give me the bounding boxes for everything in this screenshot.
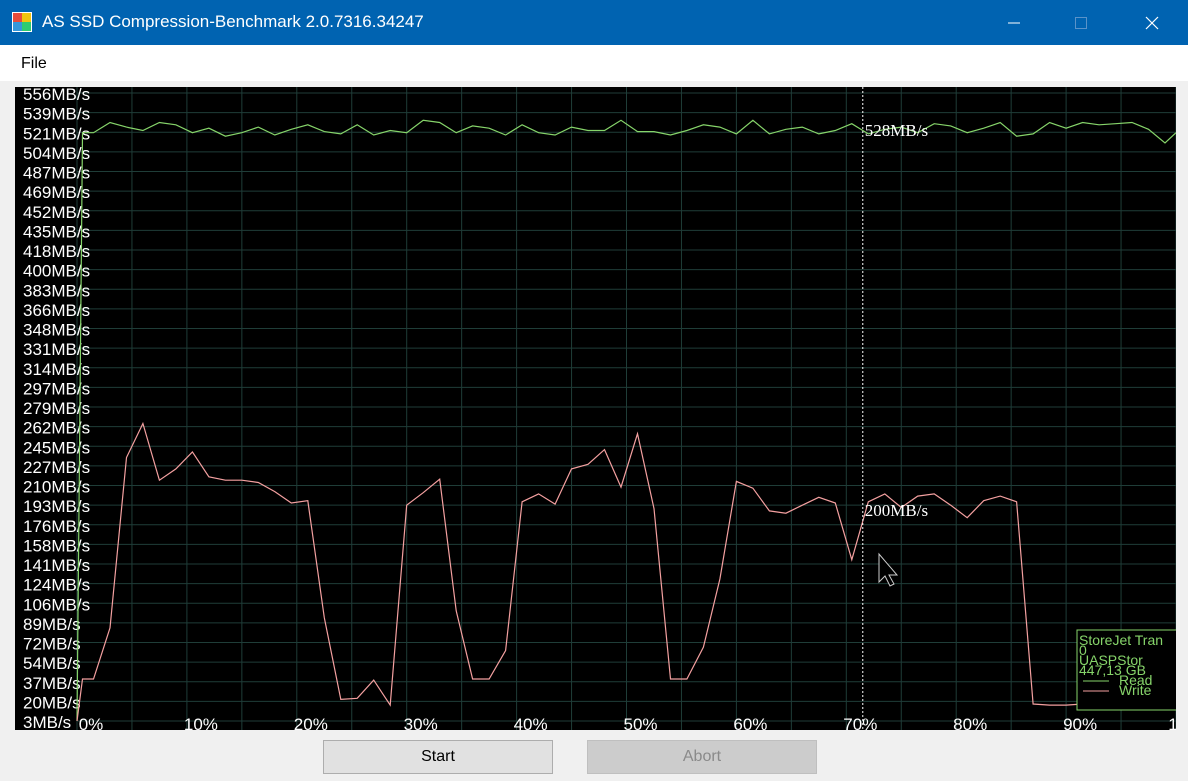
- y-tick-label: 3MB/s: [23, 713, 71, 730]
- y-tick-label: 469MB/s: [23, 183, 90, 202]
- y-tick-label: 37MB/s: [23, 674, 81, 693]
- x-tick-label: 90%: [1063, 715, 1097, 730]
- legend: StoreJet Tran0UASPStor447,13 GBReadWrite: [1076, 629, 1176, 711]
- menu-file[interactable]: File: [12, 54, 56, 74]
- cursor-read-label: 528MB/s: [865, 121, 928, 140]
- y-tick-label: 124MB/s: [23, 576, 90, 595]
- y-tick-label: 521MB/s: [23, 124, 90, 143]
- y-tick-label: 89MB/s: [23, 615, 81, 634]
- x-tick-label: 70%: [843, 715, 877, 730]
- y-tick-label: 106MB/s: [23, 595, 90, 614]
- y-tick-label: 539MB/s: [23, 105, 90, 124]
- benchmark-chart: 556MB/s 539MB/s 521MB/s 504MB/s 487MB/s 469MB…: [15, 87, 1176, 730]
- legend-entry: Write: [1119, 682, 1152, 698]
- x-tick-label: 40%: [514, 715, 548, 730]
- y-tick-label: 366MB/s: [23, 301, 90, 320]
- y-tick-label: 20MB/s: [23, 693, 81, 712]
- menu-bar: File: [0, 45, 1188, 81]
- grid: [76, 87, 1176, 730]
- legend-line: StoreJet Tran: [1079, 632, 1163, 648]
- start-button[interactable]: Start: [323, 740, 553, 774]
- y-tick-label: 556MB/s: [23, 87, 90, 104]
- x-tick-label: 50%: [623, 715, 657, 730]
- x-tick-label: 0%: [79, 715, 104, 730]
- x-tick-label: 60%: [733, 715, 767, 730]
- app-icon: [12, 12, 32, 32]
- chart-svg: 556MB/s539MB/s521MB/s504MB/s487MB/s469MB…: [23, 87, 1176, 730]
- abort-button[interactable]: Abort: [587, 740, 817, 774]
- y-tick-label: 435MB/s: [23, 222, 90, 241]
- mouse-pointer-icon: [878, 552, 899, 587]
- y-tick-label: 210MB/s: [23, 478, 90, 497]
- x-tick-label: 20%: [294, 715, 328, 730]
- close-icon: [1145, 16, 1159, 29]
- y-tick-label: 504MB/s: [23, 144, 90, 163]
- y-tick-label: 452MB/s: [23, 203, 90, 222]
- x-tick-label: 10%: [184, 715, 218, 730]
- y-tick-label: 158MB/s: [23, 536, 90, 555]
- x-tick-label: 100%: [1168, 715, 1176, 730]
- minimize-icon: [1008, 22, 1020, 23]
- y-tick-label: 383MB/s: [23, 281, 90, 300]
- window-title: AS SSD Compression-Benchmark 2.0.7316.34…: [42, 12, 424, 31]
- x-tick-label: 80%: [953, 715, 987, 730]
- close-button[interactable]: [1122, 0, 1182, 45]
- y-tick-label: 400MB/s: [23, 262, 90, 281]
- x-tick-label: 30%: [404, 715, 438, 730]
- maximize-icon: [1075, 16, 1087, 29]
- y-tick-label: 418MB/s: [23, 242, 90, 261]
- cursor-write-label: 200MB/s: [865, 501, 928, 520]
- minimize-button[interactable]: [984, 0, 1044, 45]
- y-tick-label: 193MB/s: [23, 497, 90, 516]
- y-tick-label: 141MB/s: [23, 556, 90, 575]
- y-tick-label: 72MB/s: [23, 635, 81, 654]
- title-bar: AS SSD Compression-Benchmark 2.0.7316.34…: [0, 0, 1188, 45]
- y-tick-label: 176MB/s: [23, 517, 90, 536]
- y-tick-label: 487MB/s: [23, 164, 90, 183]
- maximize-button[interactable]: [1051, 0, 1111, 45]
- y-tick-label: 54MB/s: [23, 654, 81, 673]
- cursor: 528MB/s 200MB/s: [862, 87, 928, 730]
